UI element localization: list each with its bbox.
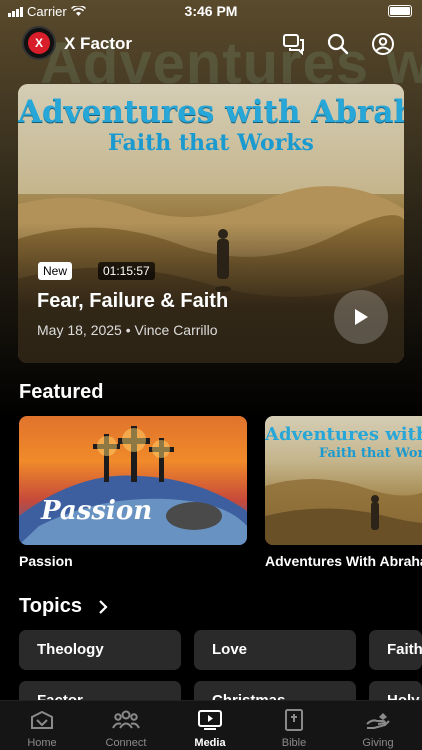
hero-title: Fear, Failure & Faith	[37, 290, 229, 312]
topic-chip-faith[interactable]: Faith	[369, 630, 422, 670]
hero-meta: May 18, 2025 • Vince Carrillo	[37, 322, 218, 338]
play-screen-icon	[198, 710, 222, 730]
topic-chip-love[interactable]: Love	[194, 630, 356, 670]
featured-label-abraham: Adventures With Abraham	[265, 553, 422, 569]
hero-artwork-subtitle: Faith that Works	[108, 130, 314, 156]
app-title: X Factor	[64, 34, 133, 53]
topic-chip-theology[interactable]: Theology	[19, 630, 181, 670]
featured-card-passion[interactable]: Passion	[19, 416, 247, 545]
play-icon	[355, 309, 368, 325]
battery-icon	[388, 5, 412, 17]
tab-label-media: Media	[194, 737, 226, 749]
account-icon[interactable]	[371, 32, 395, 56]
chat-icon[interactable]	[282, 32, 306, 56]
app-logo[interactable]: X	[22, 26, 56, 60]
featured-card-abraham[interactable]: Adventures with Abraham Faith that Works	[265, 416, 422, 545]
hero-date: May 18, 2025	[37, 322, 122, 338]
passion-artwork-text: Passion	[41, 496, 153, 526]
app-header: X X Factor	[0, 26, 422, 62]
status-bar: Carrier 3:46 PM	[0, 0, 422, 22]
featured-label-passion: Passion	[19, 553, 73, 569]
topics-heading[interactable]: Topics	[19, 595, 82, 618]
tab-home[interactable]: Home	[0, 701, 84, 750]
tab-label-connect: Connect	[105, 737, 147, 749]
duration-badge: 01:15:57	[98, 262, 155, 280]
tab-label-giving: Giving	[362, 737, 394, 749]
tab-bible[interactable]: Bible	[252, 701, 336, 750]
tab-giving[interactable]: Giving	[336, 701, 420, 750]
new-badge: New	[38, 262, 73, 280]
tab-label-bible: Bible	[281, 737, 307, 749]
logo-mark: X	[28, 32, 50, 54]
abraham-artwork	[265, 478, 422, 545]
giving-hand-icon	[366, 713, 390, 729]
tab-connect[interactable]: Connect	[84, 701, 168, 750]
chevron-right-icon[interactable]	[97, 599, 109, 615]
tab-media[interactable]: Media	[168, 701, 252, 750]
search-icon[interactable]	[326, 32, 350, 56]
hero-artwork-title: Adventures with Abraham	[18, 94, 404, 130]
tab-label-home: Home	[27, 737, 57, 749]
hero-speaker: Vince Carrillo	[134, 322, 218, 338]
meta-separator: •	[125, 322, 131, 338]
home-icon	[31, 710, 53, 729]
hero-card[interactable]: Adventures with Abraham Faith that Works…	[18, 84, 404, 363]
status-time: 3:46 PM	[184, 3, 238, 19]
tab-bar: Home Connect Media Bible Giving	[0, 700, 422, 750]
play-button[interactable]	[334, 290, 388, 344]
featured-heading: Featured	[19, 381, 104, 403]
people-icon	[112, 710, 140, 729]
bible-icon	[285, 709, 303, 731]
